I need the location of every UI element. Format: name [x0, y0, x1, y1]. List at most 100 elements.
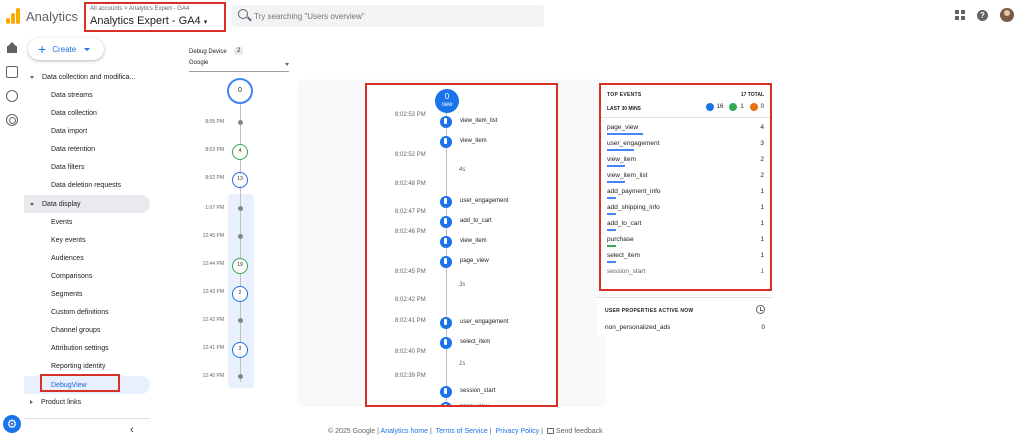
event-row[interactable]: view_item: [367, 131, 556, 151]
chevron-down-icon: [84, 47, 91, 51]
breadcrumb[interactable]: All accounts > Analytics Expert - GA4: [90, 6, 189, 12]
minute-row[interactable]: 12:42 PM: [178, 314, 304, 328]
analytics-home-link[interactable]: Analytics home: [381, 428, 428, 435]
sidebar-item-events[interactable]: Events: [24, 213, 150, 231]
section-product-links[interactable]: Product links: [24, 393, 150, 411]
top-event-row[interactable]: view_item 2: [607, 153, 764, 169]
key-event-counter: 1: [729, 103, 744, 111]
nav-rail: ⚙: [0, 32, 24, 444]
admin-gear-icon[interactable]: ⚙: [3, 415, 21, 433]
home-icon[interactable]: [6, 42, 18, 54]
event-icon: [440, 116, 452, 128]
top-event-row[interactable]: view_item_list 2: [607, 169, 764, 185]
event-row[interactable]: session_start: [367, 372, 556, 398]
now-badge[interactable]: 0 new: [435, 89, 459, 113]
explore-icon[interactable]: [6, 90, 18, 102]
sidebar-item-data-retention[interactable]: Data retention: [24, 140, 150, 158]
feedback-icon: [546, 428, 554, 435]
minute-row[interactable]: 8:02 PM 13: [178, 172, 304, 188]
debug-device-label: Debug Device: [189, 49, 227, 55]
minute-top-counter[interactable]: 0: [227, 78, 253, 104]
section-data-collection[interactable]: Data collection and modifica...: [24, 68, 150, 86]
search-input[interactable]: [254, 9, 534, 23]
minute-row[interactable]: 8:03 PM 4: [178, 144, 304, 160]
app-title: Analytics: [26, 9, 79, 24]
event-icon: [440, 236, 452, 248]
help-icon[interactable]: ?: [977, 9, 988, 21]
sidebar-item-channel-groups[interactable]: Channel groups: [24, 321, 150, 339]
create-button[interactable]: + Create: [28, 38, 104, 60]
minute-row[interactable]: 12:43 PM 2: [178, 286, 304, 302]
event-row[interactable]: user_engagement: [367, 292, 556, 329]
minute-dot: [238, 234, 243, 239]
sidebar-item-reporting-identity[interactable]: Reporting identity: [24, 357, 150, 375]
minute-row[interactable]: 12:44 PM 19: [178, 258, 304, 274]
top-event-row[interactable]: session_start 1: [607, 265, 764, 281]
minute-row[interactable]: 1:07 PM: [178, 202, 304, 216]
sidebar-item-data-collection[interactable]: Data collection: [24, 104, 150, 122]
sidebar-item-data-import[interactable]: Data import: [24, 122, 150, 140]
debug-device-select[interactable]: Google: [189, 60, 289, 72]
event-share-bar: [607, 149, 634, 151]
collapse-sidebar-chevron-icon[interactable]: ‹: [130, 424, 134, 436]
minute-dot: [238, 206, 243, 211]
key-event-flag-icon: [729, 103, 738, 111]
collapse-triangle-icon: [30, 75, 34, 79]
minute-row[interactable]: 12:41 PM 3: [178, 342, 304, 358]
avatar[interactable]: [1000, 8, 1014, 22]
user-property-name: non_personalized_ads: [605, 324, 671, 331]
terms-link[interactable]: Terms of Service: [436, 428, 488, 435]
event-icon: [440, 402, 452, 405]
chevron-down-icon: ▾: [203, 19, 208, 26]
minute-count-badge: 4: [232, 144, 248, 160]
section-data-display[interactable]: Data display: [24, 195, 150, 213]
top-event-row[interactable]: add_shipping_info 1: [607, 201, 764, 217]
minute-dot: [238, 374, 243, 379]
event-share-bar: [607, 213, 616, 215]
top-events-title: TOP EVENTS: [607, 92, 642, 98]
top-events-period: LAST 30 MINS: [607, 106, 641, 112]
top-events-total: 17 TOTAL: [740, 92, 764, 98]
top-event-row[interactable]: user_engagement 3: [607, 137, 764, 153]
property-name[interactable]: Analytics Expert - GA4 ▾: [90, 15, 207, 27]
apps-grid-icon[interactable]: [955, 10, 965, 20]
event-share-bar: [607, 181, 625, 183]
event-type-icon: [705, 103, 714, 111]
event-row[interactable]: 8:02:53 PM view_item_list: [367, 111, 556, 131]
minute-row[interactable]: 12:45 PM: [178, 230, 304, 244]
sidebar-item-data-filters[interactable]: Data filters: [24, 158, 150, 176]
sidebar-item-key-events[interactable]: Key events: [24, 231, 150, 249]
reports-icon[interactable]: [6, 66, 18, 78]
event-type-counters: 16 1 0: [705, 103, 764, 111]
privacy-link[interactable]: Privacy Policy: [496, 428, 540, 435]
sidebar-item-comparisons[interactable]: Comparisons: [24, 267, 150, 285]
search-bar[interactable]: [232, 5, 544, 27]
sidebar-item-segments[interactable]: Segments: [24, 285, 150, 303]
advertising-icon[interactable]: [6, 114, 18, 126]
top-event-row[interactable]: page_view 4: [607, 121, 764, 137]
send-feedback-link[interactable]: Send feedback: [556, 428, 603, 435]
minute-count-badge: 2: [232, 286, 248, 302]
event-share-bar: [607, 197, 616, 199]
sidebar-item-custom-definitions[interactable]: Custom definitions: [24, 303, 150, 321]
minute-row[interactable]: 8:05 PM: [178, 116, 304, 130]
sidebar-item-data-deletion-requests[interactable]: Data deletion requests: [24, 176, 150, 194]
minute-count-badge: 13: [232, 172, 248, 188]
event-share-bar: [607, 261, 616, 263]
account-selector[interactable]: All accounts > Analytics Expert - GA4 An…: [84, 2, 226, 32]
top-event-row[interactable]: add_to_cart 1: [607, 217, 764, 233]
user-properties-title: USER PROPERTIES ACTIVE NOW: [605, 308, 694, 314]
history-icon[interactable]: [756, 305, 765, 314]
minute-row[interactable]: 12:40 PM: [178, 370, 304, 384]
sidebar-item-attribution-settings[interactable]: Attribution settings: [24, 339, 150, 357]
top-event-row[interactable]: add_payment_info 1: [607, 185, 764, 201]
top-event-row[interactable]: select_item 1: [607, 249, 764, 265]
error-event-counter: 0: [749, 103, 764, 111]
event-row[interactable]: page_view: [367, 390, 556, 405]
error-event-icon: [749, 103, 758, 111]
event-row[interactable]: view_item: [367, 231, 556, 251]
top-event-row[interactable]: purchase 1: [607, 233, 764, 249]
analytics-logo-icon[interactable]: [6, 8, 20, 24]
sidebar-item-audiences[interactable]: Audiences: [24, 249, 150, 267]
sidebar-item-data-streams[interactable]: Data streams: [24, 86, 150, 104]
